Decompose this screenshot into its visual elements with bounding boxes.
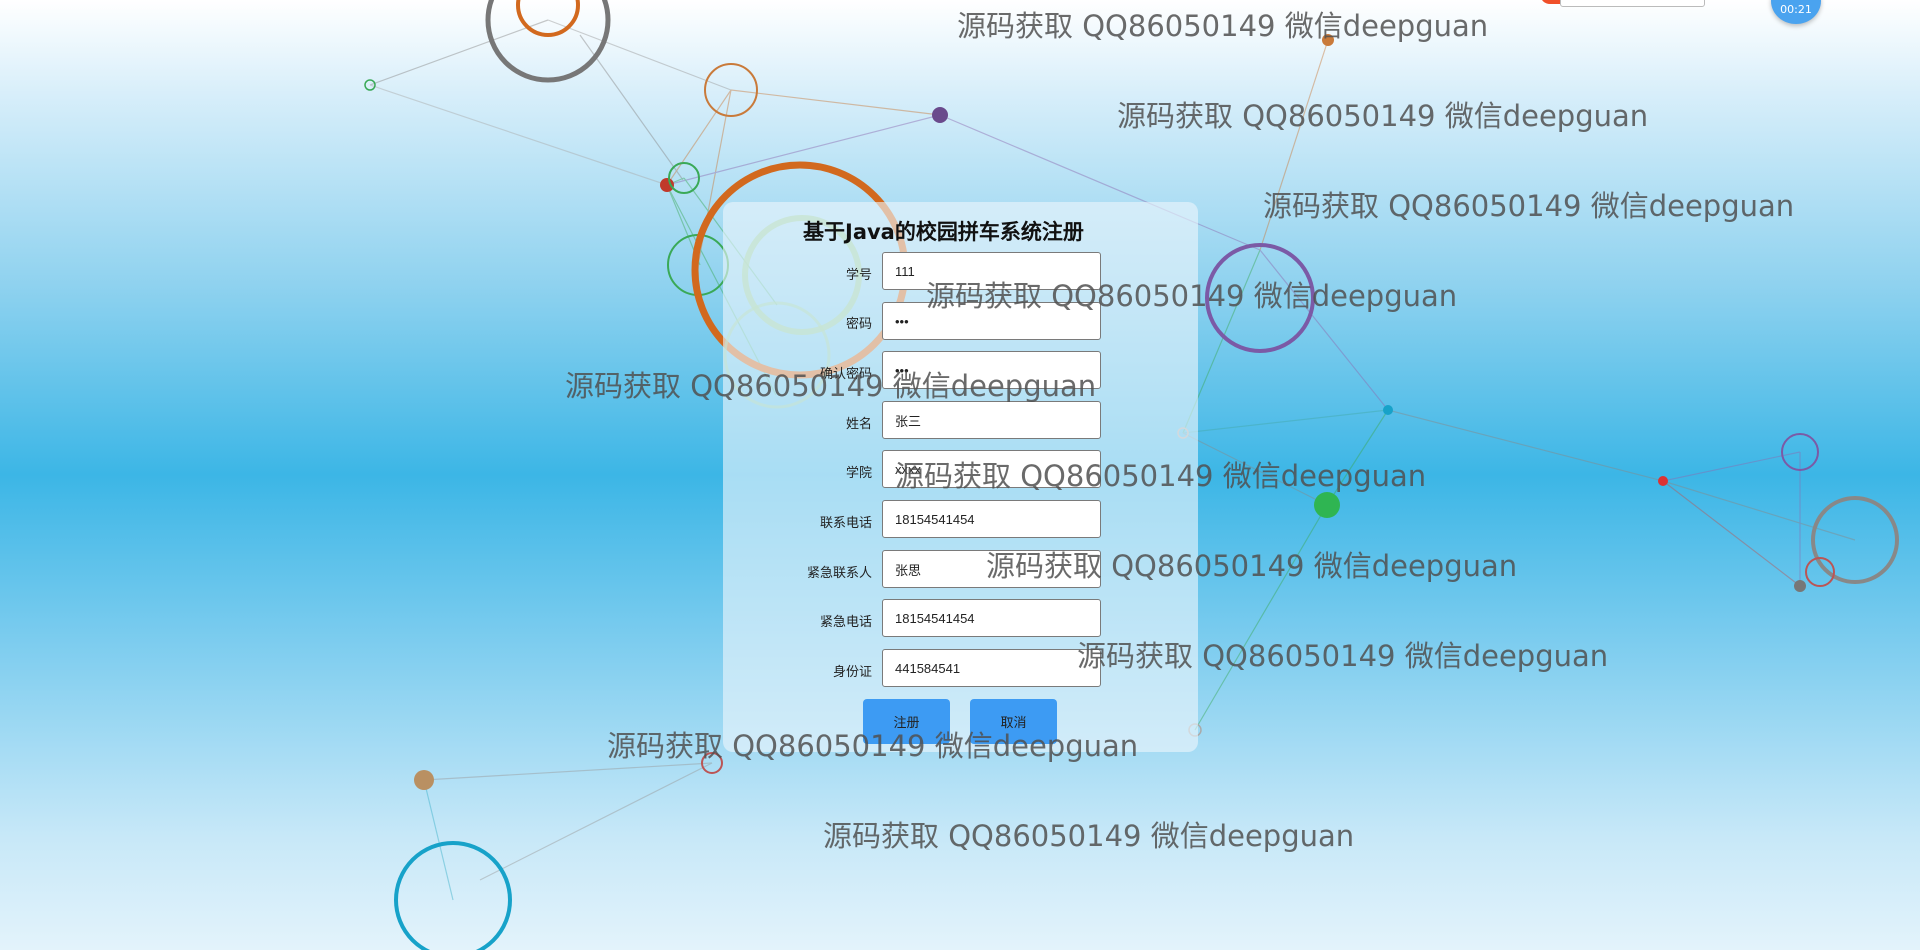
watermark-text: 源码获取 QQ86050149 微信deepguan — [1117, 99, 1649, 133]
watermark-text: 源码获取 QQ86050149 微信deepguan — [1263, 189, 1795, 223]
watermark-text: 源码获取 QQ86050149 微信deepguan — [986, 549, 1518, 583]
college-label: 学院 — [845, 466, 872, 481]
emergency-phone-input[interactable] — [882, 599, 1101, 637]
clock-time: 00:21 — [1780, 3, 1812, 16]
emergency-contact-label: 紧急联系人 — [806, 566, 872, 581]
watermark-text: 源码获取 QQ86050149 微信deepguan — [926, 279, 1458, 313]
name-input[interactable] — [882, 401, 1101, 439]
watermark-text: 源码获取 QQ86050149 微信deepguan — [957, 9, 1489, 43]
watermark-text: 源码获取 QQ86050149 微信deepguan — [895, 459, 1427, 493]
watermark-text: 源码获取 QQ86050149 微信deepguan — [607, 729, 1139, 763]
phone-label: 联系电话 — [819, 516, 872, 531]
watermark-text: 源码获取 QQ86050149 微信deepguan — [823, 819, 1355, 853]
name-label: 姓名 — [845, 417, 872, 432]
page-title: 基于Java的校园拼车系统注册 — [803, 220, 1084, 244]
search-input[interactable] — [1560, 0, 1705, 7]
emergency-phone-label: 紧急电话 — [819, 615, 872, 630]
password-label: 密码 — [845, 317, 872, 332]
id-card-input[interactable] — [882, 649, 1101, 687]
watermark-text: 源码获取 QQ86050149 微信deepguan — [565, 369, 1097, 403]
student-id-label: 学号 — [845, 268, 872, 283]
watermark-text: 源码获取 QQ86050149 微信deepguan — [1077, 639, 1609, 673]
phone-input[interactable] — [882, 500, 1101, 538]
id-card-label: 身份证 — [832, 665, 872, 680]
